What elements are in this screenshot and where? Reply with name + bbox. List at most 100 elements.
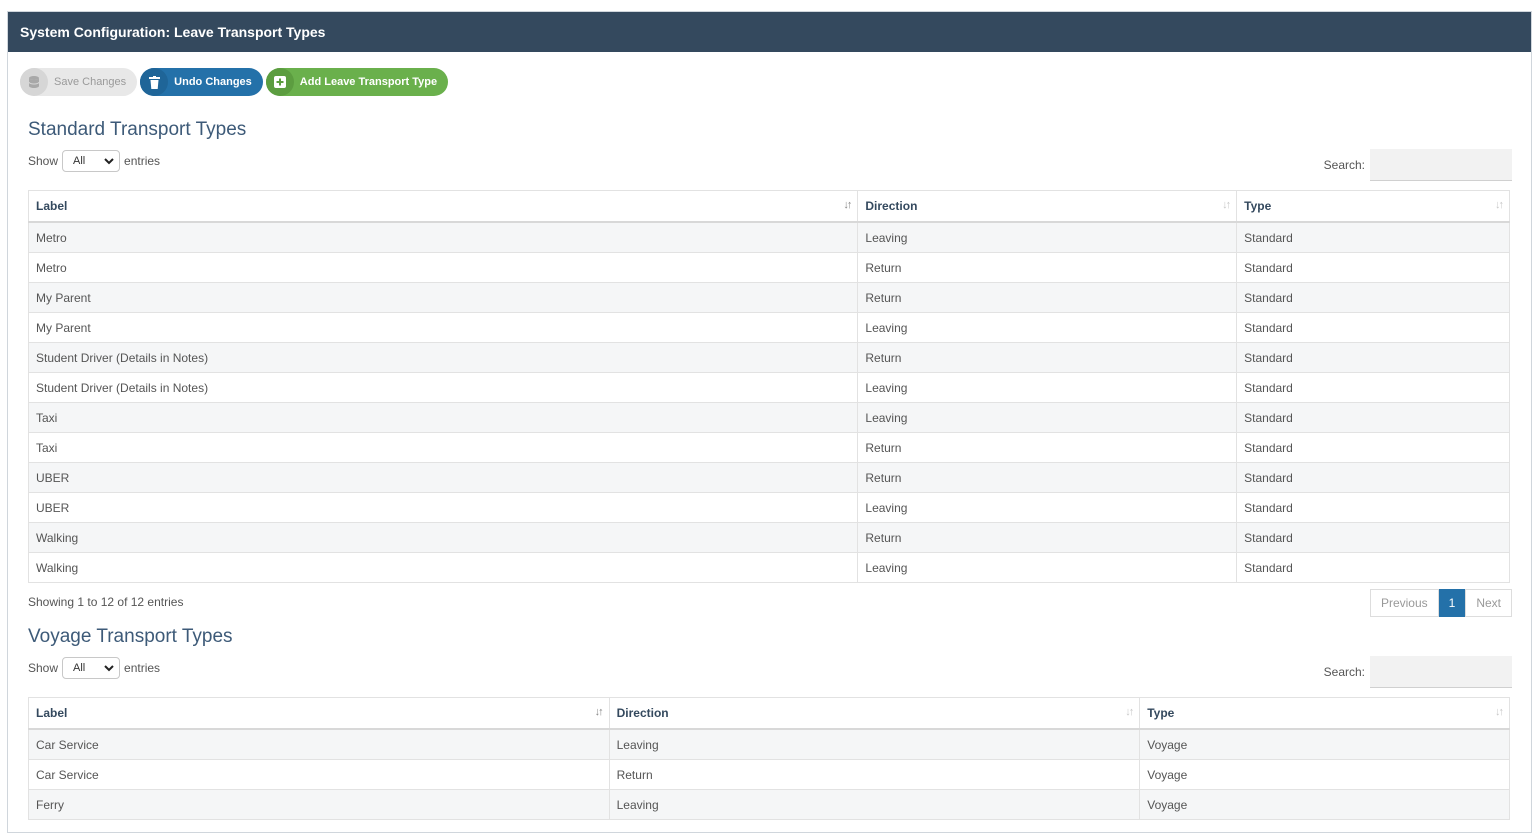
cell-label: Taxi (27, 402, 859, 433)
voyage-search-input[interactable] (1370, 656, 1512, 688)
table-row[interactable]: Metro Return Standard (27, 252, 1510, 283)
next-page-button[interactable]: Next (1465, 589, 1512, 617)
standard-search-input[interactable] (1370, 149, 1512, 181)
cell-direction: Return (608, 759, 1141, 790)
standard-table-body: Metro Leaving Standard Metro Return Standard M… (27, 221, 1510, 583)
undo-changes-button[interactable]: Undo Changes (140, 68, 263, 96)
table-row[interactable]: My Parent Leaving Standard (27, 312, 1510, 343)
previous-page-button[interactable]: Previous (1369, 589, 1439, 617)
column-type-text: Type (1147, 706, 1175, 720)
plus-square-icon (265, 68, 294, 96)
cell-direction: Leaving (857, 372, 1238, 403)
table-row[interactable]: Ferry Leaving Voyage (28, 789, 1510, 820)
page-title: System Configuration: Leave Transport Ty… (8, 12, 1531, 52)
chevron-down-icon (104, 664, 114, 671)
cell-direction: Return (857, 342, 1238, 373)
show-label: Show (28, 661, 59, 675)
search-label: Search: (1323, 665, 1365, 679)
cell-label: Metro (27, 252, 859, 283)
cell-type: Standard (1236, 462, 1510, 493)
cell-type: Voyage (1139, 728, 1510, 760)
cell-type: Standard (1236, 432, 1510, 463)
save-changes-label: Save Changes (54, 76, 127, 88)
column-label-text: Label (36, 199, 68, 213)
cell-type: Standard (1236, 282, 1510, 313)
add-leave-transport-type-label: Add Leave Transport Type (299, 76, 438, 88)
voyage-length-control: Show All entries (28, 657, 160, 679)
table-row[interactable]: UBER Return Standard (27, 462, 1510, 493)
sort-asc-icon: ↓↑ (843, 199, 852, 211)
database-icon (20, 68, 48, 96)
cell-direction: Leaving (857, 221, 1238, 253)
table-row[interactable]: Student Driver (Details in Notes) Leaving… (27, 372, 1510, 403)
sort-icon: ↓↑ (1495, 199, 1504, 211)
cell-type: Standard (1236, 252, 1510, 283)
voyage-entries-select[interactable]: All (62, 657, 121, 679)
add-leave-transport-type-button[interactable]: Add Leave Transport Type (265, 68, 449, 96)
cell-label: Car Service (28, 759, 610, 790)
cell-type: Voyage (1139, 789, 1510, 820)
cell-label: My Parent (27, 312, 859, 343)
voyage-search: Search: (1324, 656, 1512, 688)
config-panel: System Configuration: Leave Transport Ty… (7, 11, 1532, 833)
sort-icon: ↓↑ (1495, 706, 1504, 718)
column-header-label[interactable]: Label ↓↑ (28, 697, 610, 730)
table-row[interactable]: Car Service Leaving Voyage (28, 728, 1510, 760)
cell-label: UBER (27, 492, 859, 523)
voyage-section-title: Voyage Transport Types (28, 626, 233, 647)
save-changes-button[interactable]: Save Changes (20, 68, 138, 96)
column-header-direction[interactable]: Direction ↓↑ (608, 697, 1141, 730)
table-row[interactable]: Student Driver (Details in Notes) Return S… (27, 342, 1510, 373)
column-header-label[interactable]: Label ↓↑ (27, 190, 859, 223)
entries-select-value: All (73, 155, 86, 167)
cell-direction: Leaving (857, 492, 1238, 523)
standard-length-control: Show All entries (28, 150, 160, 172)
table-row[interactable]: Walking Return Standard (27, 522, 1510, 553)
column-label-text: Label (36, 706, 68, 720)
column-direction-text: Direction (865, 199, 918, 213)
cell-direction: Leaving (857, 312, 1238, 343)
cell-label: Walking (27, 522, 859, 553)
voyage-table: Label ↓↑ Direction ↓↑ Type ↓↑ Car Service Le… (28, 697, 1510, 820)
cell-direction: Leaving (857, 552, 1238, 583)
table-row[interactable]: Car Service Return Voyage (28, 759, 1510, 790)
search-label: Search: (1323, 158, 1365, 172)
toolbar: Save Changes Undo Changes Add Leave Tran… (20, 68, 449, 96)
sort-asc-icon: ↓↑ (594, 706, 604, 718)
cell-type: Standard (1236, 221, 1510, 253)
cell-direction: Return (857, 282, 1238, 313)
cell-direction: Return (857, 462, 1238, 493)
page-1-button[interactable]: 1 (1438, 589, 1466, 617)
column-header-type[interactable]: Type ↓↑ (1236, 190, 1510, 223)
cell-type: Standard (1236, 522, 1510, 553)
cell-label: Metro (27, 221, 859, 253)
table-row[interactable]: Walking Leaving Standard (27, 552, 1510, 583)
column-header-type[interactable]: Type ↓↑ (1139, 697, 1510, 730)
chevron-down-icon (104, 157, 114, 164)
cell-direction: Leaving (857, 402, 1238, 433)
column-header-direction[interactable]: Direction ↓↑ (857, 190, 1238, 223)
cell-label: Walking (27, 552, 859, 583)
table-row[interactable]: Taxi Return Standard (27, 432, 1510, 463)
standard-section-title: Standard Transport Types (28, 119, 247, 140)
table-row[interactable]: My Parent Return Standard (27, 282, 1510, 313)
cell-type: Standard (1236, 372, 1510, 403)
cell-direction: Leaving (608, 789, 1141, 820)
standard-pagination: Previous 1 Next (1369, 589, 1512, 617)
cell-type: Standard (1236, 402, 1510, 433)
cell-direction: Leaving (608, 728, 1141, 760)
cell-type: Standard (1236, 342, 1510, 373)
cell-type: Standard (1236, 492, 1510, 523)
standard-entries-select[interactable]: All (62, 150, 121, 172)
cell-type: Voyage (1139, 759, 1510, 790)
table-row[interactable]: UBER Leaving Standard (27, 492, 1510, 523)
voyage-table-body: Car Service Leaving Voyage Car Service Retur… (28, 728, 1510, 820)
cell-label: My Parent (27, 282, 859, 313)
cell-label: Ferry (28, 789, 610, 820)
table-row[interactable]: Metro Leaving Standard (27, 221, 1510, 253)
show-label: Show (28, 154, 59, 168)
standard-table: Label ↓↑ Direction ↓↑ Type ↓↑ Metro Leaving S… (27, 190, 1510, 583)
table-row[interactable]: Taxi Leaving Standard (27, 402, 1510, 433)
cell-label: Taxi (27, 432, 859, 463)
cell-direction: Return (857, 522, 1238, 553)
